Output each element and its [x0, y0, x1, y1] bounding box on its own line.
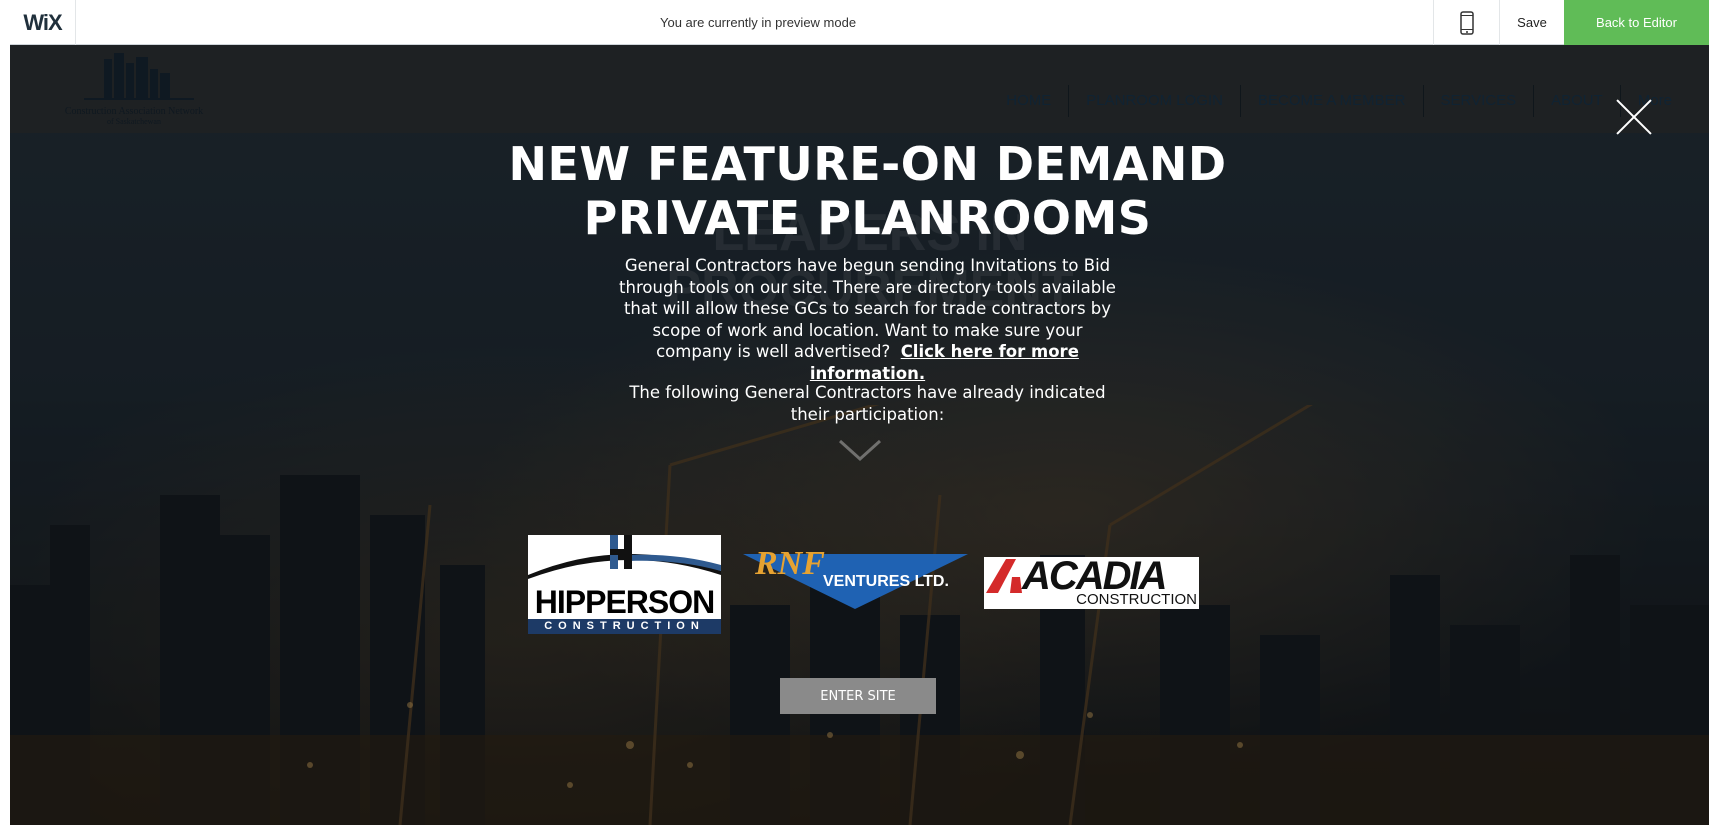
chevron-down-icon [838, 439, 882, 462]
wix-preview-bar: WiX You are currently in preview mode Sa… [10, 0, 1709, 45]
save-button[interactable]: Save [1500, 0, 1564, 45]
wix-logo: WiX [10, 0, 76, 45]
preview-mode-message: You are currently in preview mode [660, 15, 857, 30]
close-icon[interactable] [1614, 97, 1654, 137]
hipperson-mark-icon [528, 535, 721, 579]
popup-title-line2: PRIVATE PLANROOMS [583, 191, 1152, 245]
mobile-phone-icon [1459, 10, 1474, 35]
mobile-view-button[interactable] [1433, 0, 1500, 45]
popup-title-line1: NEW FEATURE-ON DEMAND [508, 137, 1227, 191]
site-preview: Construction Association Network of Sask… [10, 45, 1709, 825]
window-left-edge [0, 0, 10, 825]
popup-participation-note: The following General Contractors have a… [629, 383, 1106, 424]
back-to-editor-button[interactable]: Back to Editor [1564, 0, 1709, 45]
hipperson-subtitle: CONSTRUCTION [528, 619, 721, 634]
popup-title: NEW FEATURE-ON DEMAND PRIVATE PLANROOMS [450, 137, 1285, 245]
popup-body-text: General Contractors have begun sending I… [615, 255, 1120, 384]
rnf-ventures-logo: RNF VENTURES LTD. [743, 546, 968, 609]
rnf-name: VENTURES LTD. [823, 573, 949, 590]
enter-site-button[interactable]: ENTER SITE [780, 678, 936, 714]
hipperson-construction-logo: HIPPERSON CONSTRUCTION [528, 535, 721, 634]
hipperson-name: HIPPERSON [534, 584, 715, 620]
acadia-subtitle: CONSTRUCTION [1076, 591, 1197, 608]
rnf-mark: RNF [755, 545, 825, 582]
acadia-construction-logo: ACADIA CONSTRUCTION [984, 555, 1199, 609]
